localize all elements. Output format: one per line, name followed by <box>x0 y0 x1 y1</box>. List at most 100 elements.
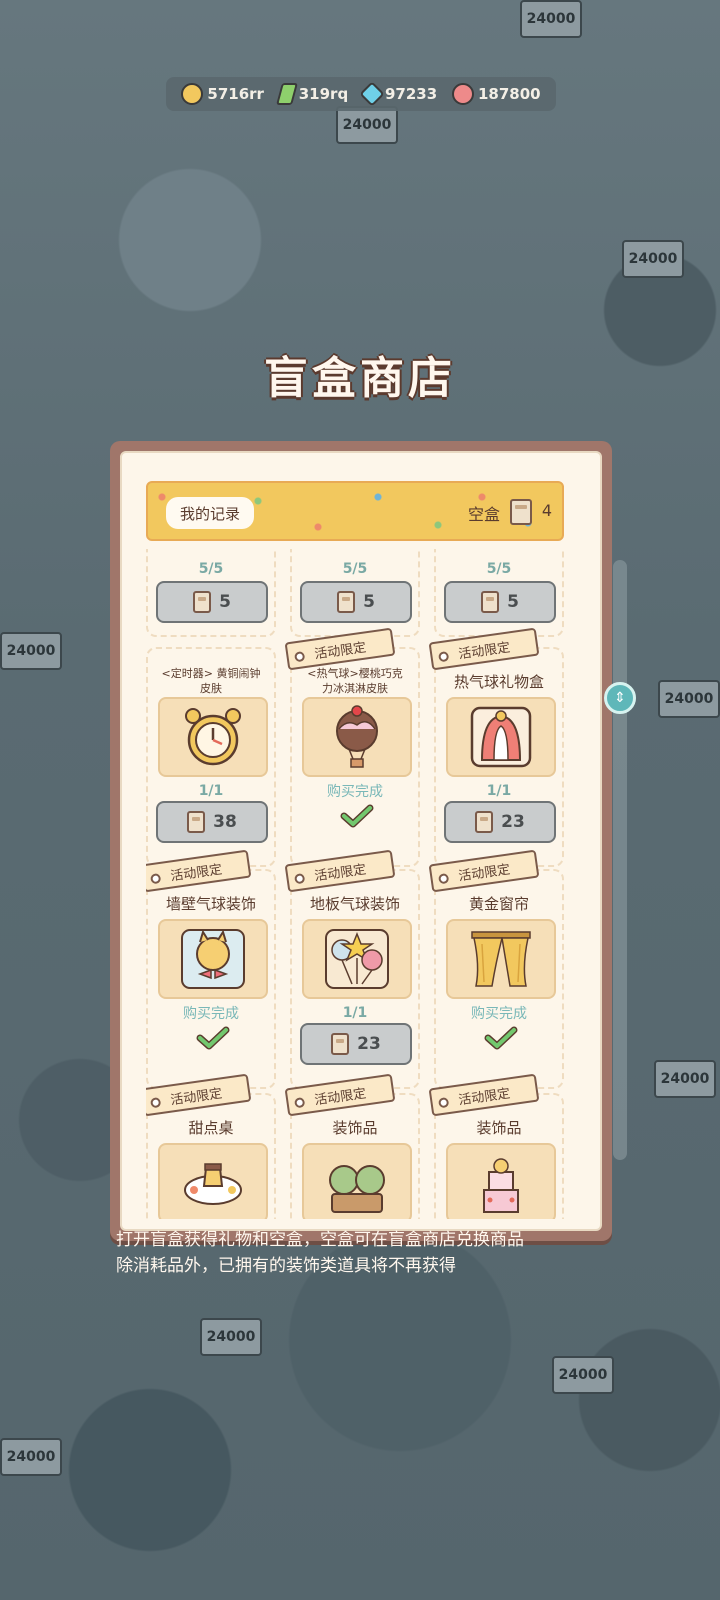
empty-box-icon <box>481 591 500 613</box>
item-stock: 5/5 <box>198 561 224 577</box>
currency-energy[interactable]: 319rq <box>275 83 349 105</box>
shop-grid[interactable]: 5/5 5 5/5 5 5/5 5 <定时器> 黄铜闹钟皮肤 1/1 38 活动… <box>146 549 564 1219</box>
updown-arrow-icon: ⇕ <box>614 690 626 706</box>
item-thumbnail[interactable] <box>158 1143 268 1219</box>
shop-item: 活动限定 墙壁气球装饰 购买完成 <box>146 849 276 1089</box>
gift-box-icon <box>470 706 532 768</box>
shop-item: 5/5 5 <box>290 549 420 637</box>
floor-balloon-icon <box>325 929 389 989</box>
item-stock: 5/5 <box>486 561 512 577</box>
item-name: <热气球>樱桃巧克力冰淇淋皮肤 <box>307 667 403 695</box>
buy-button[interactable]: 5 <box>156 581 268 623</box>
gem-value: 97233 <box>384 85 438 103</box>
lightning-icon <box>275 83 298 105</box>
item-thumbnail[interactable] <box>446 697 556 777</box>
currency-candy[interactable]: 187800 <box>451 83 541 105</box>
scene-sign: 24000 <box>520 0 582 38</box>
shop-item: 5/5 5 <box>146 549 276 637</box>
my-records-button[interactable]: 我的记录 <box>166 497 255 529</box>
price-value: 5 <box>363 592 375 612</box>
scene-sign: 24000 <box>0 632 62 670</box>
page-title: 盲盒商店 <box>264 353 456 404</box>
empty-box-icon <box>510 499 532 525</box>
energy-value: 319rq <box>298 85 349 103</box>
checkmark-icon <box>484 1026 518 1050</box>
shop-item: 活动限定 装饰品 <box>428 1073 564 1219</box>
description-line: 打开盲盒获得礼物和空盒，空盒可在盲盒商店兑换商品 <box>116 1230 524 1250</box>
price-value: 5 <box>507 592 519 612</box>
shop-item: 活动限定 热气球礼物盒 1/1 23 <box>428 627 564 867</box>
item-stock: 1/1 <box>198 783 224 799</box>
scene-sign: 24000 <box>336 106 398 144</box>
price-value: 23 <box>501 812 525 832</box>
shop-panel-inner: 我的记录 空盒 4 5/5 5 5/5 5 5/5 5 <定时器> 黄铜闹钟皮肤… <box>120 451 602 1231</box>
currency-gem[interactable]: 97233 <box>359 81 438 107</box>
item-name: 地板气球装饰 <box>309 895 400 913</box>
scroll-track[interactable] <box>613 560 627 1160</box>
item-stock: 1/1 <box>486 783 512 799</box>
checkmark-icon <box>340 804 374 828</box>
currency-coin[interactable]: 5716rr <box>181 83 264 105</box>
shop-item: 活动限定 地板气球装饰 1/1 23 <box>284 849 420 1089</box>
item-thumbnail[interactable] <box>302 1143 412 1219</box>
coin-value: 5716rr <box>207 85 264 103</box>
buy-button[interactable]: 23 <box>444 801 556 843</box>
candy-icon <box>451 83 474 105</box>
curtain-icon <box>471 931 531 987</box>
alarm-clock-icon <box>185 708 241 766</box>
shop-item: 活动限定 黄金窗帘 购买完成 <box>428 849 564 1089</box>
buy-button[interactable]: 23 <box>300 1023 412 1065</box>
shop-item: 5/5 5 <box>434 549 564 637</box>
item-thumbnail[interactable] <box>302 697 412 777</box>
shop-panel: 我的记录 空盒 4 5/5 5 5/5 5 5/5 5 <定时器> 黄铜闹钟皮肤… <box>110 441 612 1241</box>
empty-box-label: 空盒 <box>467 505 500 524</box>
buy-button[interactable]: 5 <box>300 581 412 623</box>
decoration-cake-icon <box>483 1158 519 1213</box>
purchased-label: 购买完成 <box>183 1006 239 1022</box>
gem-icon <box>359 81 385 107</box>
coin-icon <box>181 83 204 105</box>
currency-bar: 5716rr 319rq 97233 187800 <box>166 77 556 111</box>
shop-item: 活动限定 <热气球>樱桃巧克力冰淇淋皮肤 购买完成 <box>284 627 420 867</box>
scene-sign: 24000 <box>552 1356 614 1394</box>
scroll-handle[interactable]: ⇕ <box>604 682 636 714</box>
empty-box-icon <box>331 1033 350 1055</box>
item-name: 墙壁气球装饰 <box>165 895 256 913</box>
scene-sign: 24000 <box>622 240 684 278</box>
item-thumbnail[interactable] <box>446 919 556 999</box>
shop-item: <定时器> 黄铜闹钟皮肤 1/1 38 <box>146 647 276 867</box>
item-stock: 5/5 <box>342 561 368 577</box>
shop-item: 活动限定 甜点桌 <box>146 1073 276 1219</box>
purchased-label: 购买完成 <box>327 784 383 800</box>
item-name: 甜点桌 <box>188 1119 234 1137</box>
item-thumbnail[interactable] <box>158 919 268 999</box>
shop-description: 打开盲盒获得礼物和空盒，空盒可在盲盒商店兑换商品 除消耗品外，已拥有的装饰类道具… <box>116 1227 616 1279</box>
empty-box-icon <box>187 811 206 833</box>
price-value: 23 <box>357 1034 381 1054</box>
price-value: 5 <box>219 592 231 612</box>
item-name: 黄金窗帘 <box>468 895 529 913</box>
scene-sign: 24000 <box>654 1060 716 1098</box>
checkmark-icon <box>196 1026 230 1050</box>
item-name: 装饰品 <box>332 1119 378 1137</box>
item-stock: 1/1 <box>342 1005 368 1021</box>
description-line: 除消耗品外，已拥有的装饰类道具将不再获得 <box>116 1256 456 1276</box>
item-thumbnail[interactable] <box>446 1143 556 1219</box>
purchased-label: 购买完成 <box>471 1006 527 1022</box>
buy-button[interactable]: 5 <box>444 581 556 623</box>
item-name: 热气球礼物盒 <box>453 673 544 691</box>
item-thumbnail[interactable] <box>158 697 268 777</box>
wall-balloon-icon <box>181 929 245 989</box>
scene-sign: 24000 <box>658 680 720 718</box>
buy-button[interactable]: 38 <box>156 801 268 843</box>
empty-box-icon <box>475 811 494 833</box>
price-value: 38 <box>213 812 237 832</box>
scene-sign: 24000 <box>0 1438 62 1476</box>
item-name: 装饰品 <box>476 1119 522 1137</box>
item-thumbnail[interactable] <box>302 919 412 999</box>
empty-box-icon <box>337 591 356 613</box>
candy-value: 187800 <box>477 85 541 103</box>
ice-cream-balloon-icon <box>336 705 378 768</box>
item-name: <定时器> 黄铜闹钟皮肤 <box>161 667 261 695</box>
shop-item: 活动限定 装饰品 <box>284 1073 420 1219</box>
